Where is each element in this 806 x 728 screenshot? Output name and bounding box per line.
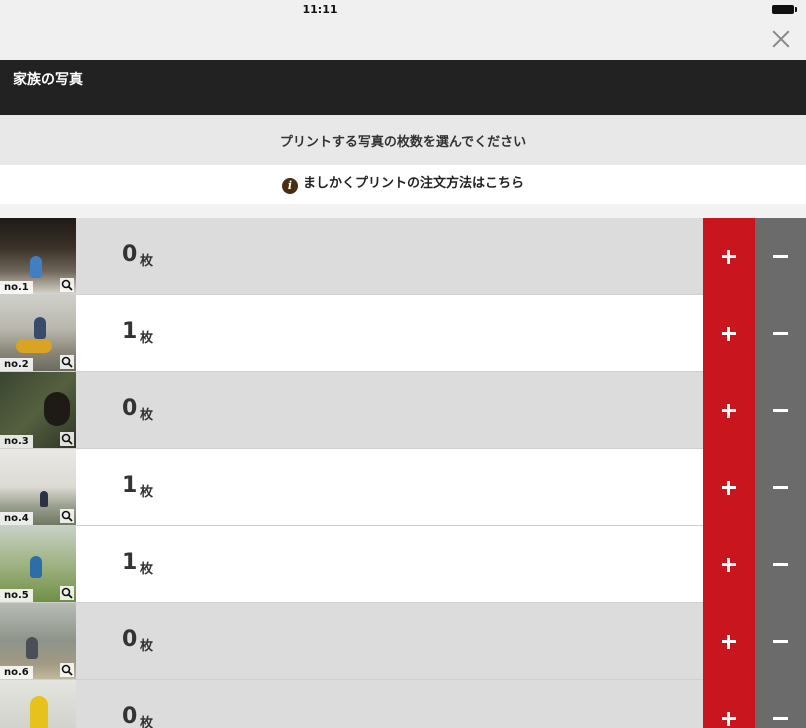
decrement-button[interactable] xyxy=(755,295,806,372)
decrement-button[interactable] xyxy=(755,218,806,295)
decrement-button[interactable] xyxy=(755,449,806,526)
print-count: 0 xyxy=(122,704,138,728)
increment-button[interactable] xyxy=(703,680,755,728)
print-count: 0 xyxy=(122,627,138,652)
photo-thumbnail[interactable]: no.2 xyxy=(0,295,76,371)
photo-subject xyxy=(30,696,48,728)
top-bar xyxy=(0,20,806,60)
count-unit: 枚 xyxy=(140,639,154,654)
print-count: 0 xyxy=(122,242,138,267)
order-guide-label: ましかくプリントの注文方法はこちら xyxy=(302,176,524,191)
photo-row: 0 枚 xyxy=(0,680,806,728)
photo-number: no.2 xyxy=(0,358,33,371)
battery-icon xyxy=(772,5,797,14)
zoom-icon[interactable] xyxy=(60,432,74,446)
print-count: 1 xyxy=(122,319,138,344)
order-guide-link[interactable]: i ましかくプリントの注文方法はこちら xyxy=(0,165,806,204)
photo-subject xyxy=(34,317,46,339)
count-unit: 枚 xyxy=(140,485,154,500)
increment-button[interactable] xyxy=(703,372,755,449)
title-bar: 家族の写真 xyxy=(0,60,806,115)
increment-button[interactable] xyxy=(703,218,755,295)
photo-subject xyxy=(30,256,42,278)
decrement-button[interactable] xyxy=(755,372,806,449)
photo-subject xyxy=(40,491,48,507)
photo-thumbnail[interactable]: no.4 xyxy=(0,449,76,525)
count-unit: 枚 xyxy=(140,562,154,577)
photo-bicycle xyxy=(16,339,52,353)
photo-row: no.2 1 枚 xyxy=(0,295,806,372)
status-bar: 11:11 xyxy=(0,0,806,20)
status-time: 11:11 xyxy=(302,3,338,16)
decrement-button[interactable] xyxy=(755,526,806,603)
photo-thumbnail[interactable]: no.5 xyxy=(0,526,76,602)
print-count: 1 xyxy=(122,473,138,498)
print-count: 0 xyxy=(122,396,138,421)
instruction-text: プリントする写真の枚数を選んでください xyxy=(0,115,806,165)
zoom-icon[interactable] xyxy=(60,586,74,600)
photo-row: no.1 0 枚 xyxy=(0,218,806,295)
count-unit: 枚 xyxy=(140,331,154,346)
print-count: 1 xyxy=(122,550,138,575)
increment-button[interactable] xyxy=(703,526,755,603)
photo-number: no.5 xyxy=(0,589,33,602)
photo-thumbnail[interactable]: no.6 xyxy=(0,603,76,679)
increment-button[interactable] xyxy=(703,603,755,680)
photo-list[interactable]: no.1 0 枚 no.2 1 枚 no.3 0 枚 no.4 1 枚 no.5… xyxy=(0,218,806,728)
photo-number: no.1 xyxy=(0,281,33,294)
photo-number: no.6 xyxy=(0,666,33,679)
count-unit: 枚 xyxy=(140,716,154,728)
page-title: 家族の写真 xyxy=(13,72,83,88)
zoom-icon[interactable] xyxy=(60,509,74,523)
zoom-icon[interactable] xyxy=(60,663,74,677)
zoom-icon[interactable] xyxy=(60,278,74,292)
photo-subject xyxy=(26,637,38,659)
photo-number: no.3 xyxy=(0,435,33,448)
divider xyxy=(0,204,806,218)
photo-thumbnail[interactable]: no.1 xyxy=(0,218,76,294)
increment-button[interactable] xyxy=(703,449,755,526)
close-icon[interactable] xyxy=(770,28,792,50)
count-unit: 枚 xyxy=(140,408,154,423)
count-unit: 枚 xyxy=(140,254,154,269)
photo-row: no.3 0 枚 xyxy=(0,372,806,449)
increment-button[interactable] xyxy=(703,295,755,372)
photo-number: no.4 xyxy=(0,512,33,525)
photo-row: no.5 1 枚 xyxy=(0,526,806,603)
decrement-button[interactable] xyxy=(755,603,806,680)
photo-row: no.6 0 枚 xyxy=(0,603,806,680)
photo-thumbnail[interactable] xyxy=(0,680,76,728)
decrement-button[interactable] xyxy=(755,680,806,728)
photo-thumbnail[interactable]: no.3 xyxy=(0,372,76,448)
zoom-icon[interactable] xyxy=(60,355,74,369)
info-icon: i xyxy=(281,178,298,194)
photo-subject xyxy=(30,556,42,578)
photo-row: no.4 1 枚 xyxy=(0,449,806,526)
photo-subject xyxy=(44,392,70,426)
